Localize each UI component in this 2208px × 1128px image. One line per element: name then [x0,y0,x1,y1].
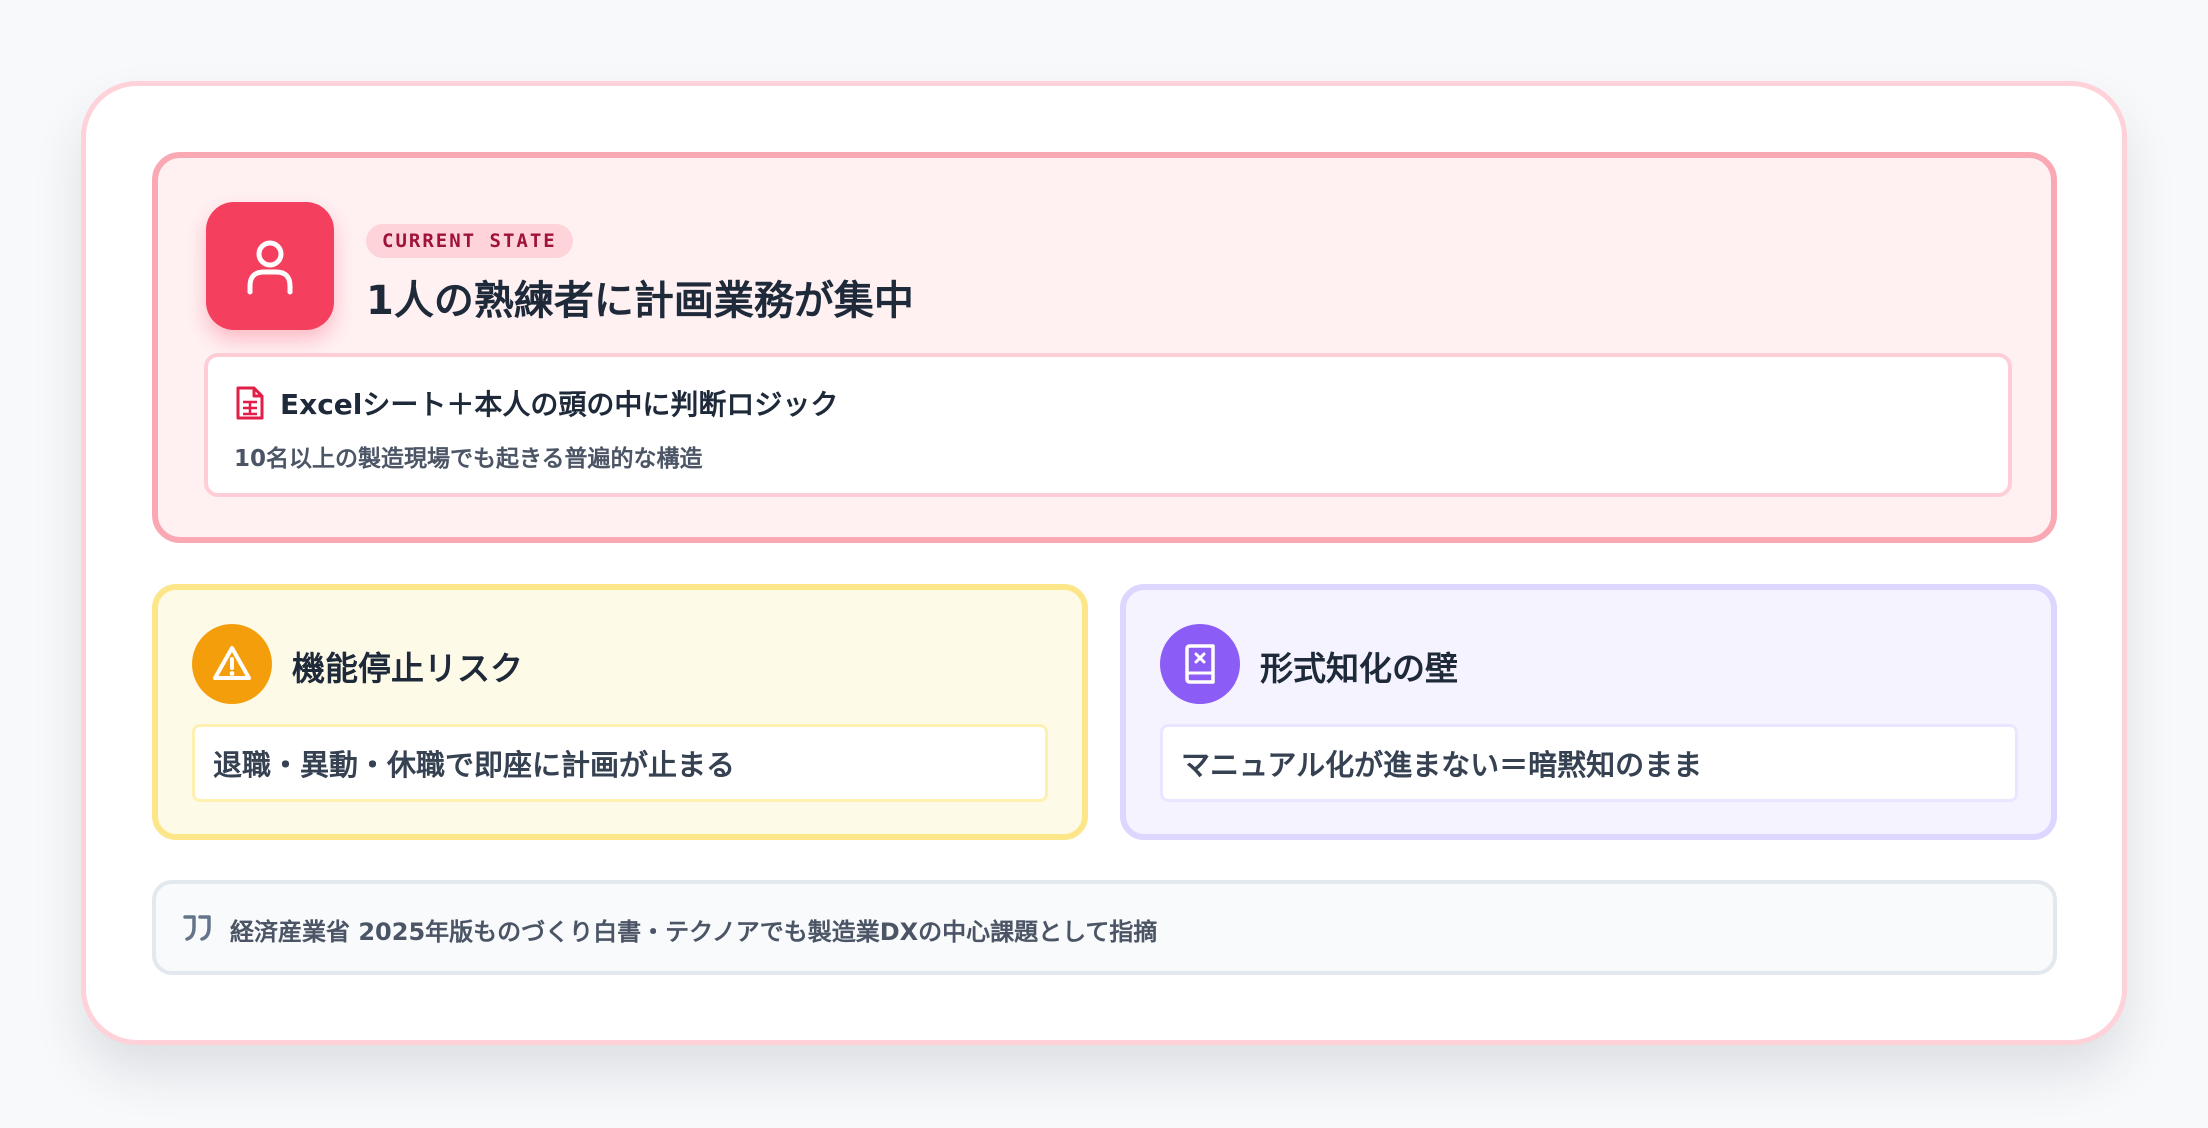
source-note: 経済産業省 2025年版ものづくり白書・テクノアでも製造業DXの中心課題として指… [152,880,2057,975]
hero-title: 1人の熟練者に計画業務が集中 [366,278,914,324]
risk-card-text: 退職・異動・休職で即座に計画が止まる [192,724,1048,802]
detail-box: Excelシート＋本人の頭の中に判断ロジック 10名以上の製造現場でも起きる普遍… [204,353,2012,497]
book-x-icon [1160,624,1240,704]
knowledge-wall-card-text: マニュアル化が進まない＝暗黙知のまま [1160,724,2018,802]
source-note-text: 経済産業省 2025年版ものづくり白書・テクノアでも製造業DXの中心課題として指… [230,918,1158,946]
knowledge-wall-card-title: 形式知化の壁 [1260,649,1458,688]
detail-title: Excelシート＋本人の頭の中に判断ロジック [280,388,839,421]
state-badge: CURRENT STATE [366,224,573,258]
user-icon [206,202,334,330]
risk-card-title: 機能停止リスク [292,649,523,688]
risk-card: 機能停止リスク 退職・異動・休職で即座に計画が止まる [152,584,1088,840]
current-state-section: CURRENT STATE 1人の熟練者に計画業務が集中 Excelシート＋本人… [152,152,2057,543]
knowledge-wall-card: 形式知化の壁 マニュアル化が進まない＝暗黙知のまま [1120,584,2057,840]
detail-subtitle: 10名以上の製造現場でも起きる普遍的な構造 [234,446,703,472]
spreadsheet-document-icon [236,386,264,420]
quote-icon [183,915,211,941]
warning-triangle-icon [192,624,272,704]
